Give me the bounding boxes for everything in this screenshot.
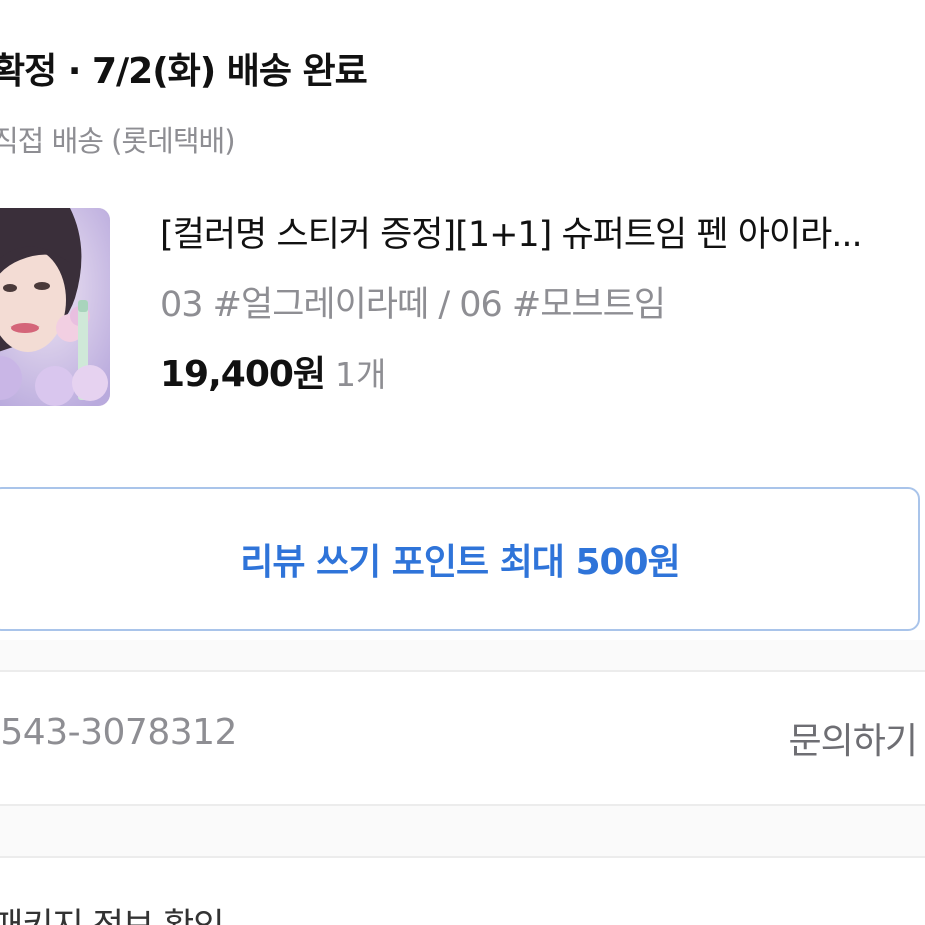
product-option: 03 #얼그레이라떼 / 06 #모브트임 <box>160 285 666 325</box>
inquiry-button[interactable]: 문의하기 <box>789 712 918 764</box>
product-thumbnail[interactable] <box>0 208 110 406</box>
write-review-button[interactable]: 리뷰 쓰기 포인트 최대 500원 <box>0 487 920 631</box>
write-review-label: 리뷰 쓰기 포인트 최대 500원 <box>240 542 680 583</box>
section-gap <box>0 806 925 856</box>
product-price: 19,400원 <box>160 354 326 395</box>
seller-phone: 0543-3078312 <box>0 712 237 753</box>
product-photo-icon <box>0 208 110 406</box>
product-name[interactable]: [컬러명 스티커 증정][1+1] 슈퍼트임 펜 아이라... <box>160 210 925 260</box>
delivery-status-title: 확정 · 7/2(화) 배송 완료 <box>0 51 368 92</box>
package-info-link[interactable]: 패키지 정보 확인 <box>0 898 225 925</box>
divider <box>0 856 925 858</box>
shipping-method: 직접 배송 (롯데택배) <box>0 124 236 158</box>
product-info[interactable]: [컬러명 스티커 증정][1+1] 슈퍼트임 펜 아이라... 03 #얼그레이… <box>160 210 925 400</box>
seller-contact-row: 0543-3078312 문의하기 <box>0 672 925 802</box>
order-detail-page: 확정 · 7/2(화) 배송 완료 직접 배송 (롯데택배) [컬러명 스티커 … <box>0 0 925 925</box>
price-row: 19,400원 1개 <box>160 350 925 400</box>
section-gap <box>0 640 925 670</box>
product-quantity: 1개 <box>335 355 387 394</box>
